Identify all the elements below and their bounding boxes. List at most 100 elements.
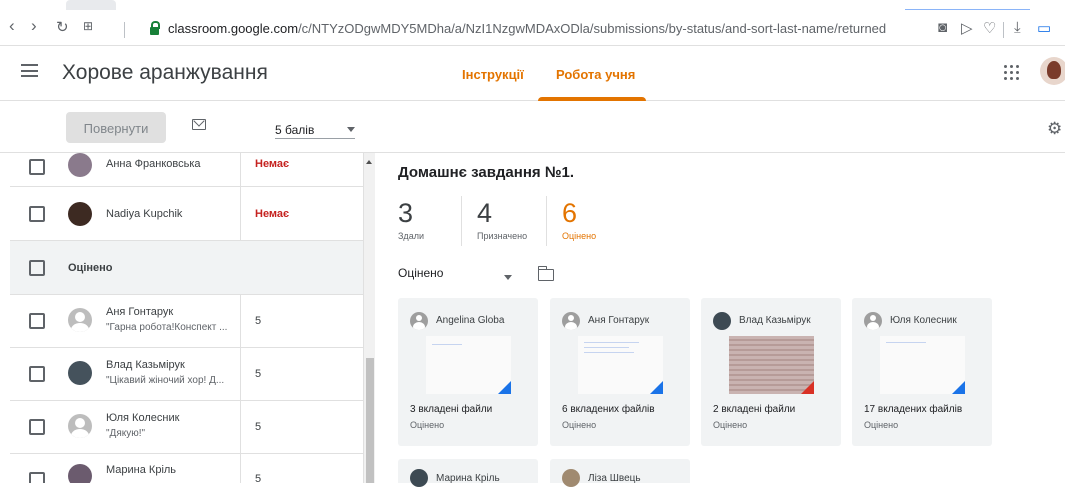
points-value: 5 балів	[275, 123, 315, 137]
file-corner-icon	[650, 381, 663, 394]
submission-card[interactable]: Ліза Швець	[550, 459, 690, 487]
back-icon[interactable]: ‹	[9, 16, 15, 36]
action-toolbar: Повернути 5 балів ⚙	[0, 101, 1065, 153]
tab-instructions[interactable]: Інструкції	[462, 67, 524, 82]
menu-icon[interactable]	[21, 64, 38, 77]
class-title[interactable]: Хорове аранжування	[62, 61, 268, 85]
avatar	[68, 361, 92, 385]
send-icon[interactable]: ▷	[961, 19, 973, 37]
avatar	[713, 312, 731, 330]
stat-number: 4	[477, 198, 493, 228]
student-list: Анна Франковська Немає Nadiya Kupchik Не…	[10, 153, 364, 483]
grade-value[interactable]: 5	[255, 473, 261, 483]
list-scrollbar[interactable]	[364, 153, 375, 483]
lock-icon[interactable]	[150, 21, 160, 35]
student-name[interactable]: Анна Франковська	[106, 158, 201, 170]
return-button[interactable]: Повернути	[66, 112, 166, 143]
section-checkbox[interactable]	[29, 260, 45, 276]
attachment-count: 17 вкладених файлів	[864, 404, 963, 415]
stat-label: Здали	[398, 231, 424, 241]
heart-icon[interactable]: ♡	[983, 19, 996, 37]
mail-icon[interactable]	[192, 119, 206, 130]
filter-value: Оцінено	[398, 266, 444, 280]
stat-divider	[546, 196, 547, 246]
thumbnail-text	[584, 342, 639, 343]
stat-number: 3	[398, 198, 414, 228]
row-checkbox[interactable]	[29, 206, 45, 222]
student-name[interactable]: Юля Колесник	[106, 412, 179, 424]
scrollbar-thumb[interactable]	[366, 358, 374, 483]
file-corner-icon	[801, 381, 814, 394]
submission-card[interactable]: Влад Казьмірук 2 вкладені файли Оцінено	[701, 298, 841, 446]
row-checkbox[interactable]	[29, 419, 45, 435]
assignment-title: Домашнє завдання №1.	[398, 164, 575, 181]
private-comment: "Гарна робота!Конспект ...	[106, 322, 228, 333]
column-divider	[240, 295, 241, 348]
url-path: /c/NTYzODgwMDY5MDha/a/NzI1NzgwMDAxODla/s…	[298, 21, 887, 36]
url-host: classroom.google.com	[168, 21, 299, 36]
grade-value[interactable]: 5	[255, 421, 261, 433]
avatar	[68, 153, 92, 177]
stat-graded[interactable]: 6 Оцінено	[562, 198, 596, 241]
avatar	[864, 312, 882, 330]
stat-number: 6	[562, 198, 578, 228]
stat-turned-in[interactable]: 3 Здали	[398, 198, 424, 241]
reload-icon[interactable]: ↻	[56, 18, 69, 36]
camera-icon[interactable]: ◙	[938, 19, 947, 36]
row-checkbox[interactable]	[29, 472, 45, 483]
student-name[interactable]: Аня Гонтарук	[106, 306, 173, 318]
row-checkbox[interactable]	[29, 159, 45, 175]
card-student-name: Angelina Globa	[436, 315, 505, 326]
card-status: Оцінено	[864, 420, 899, 430]
file-corner-icon	[952, 381, 965, 394]
download-icon[interactable]: ⤓	[1014, 19, 1021, 36]
avatar	[562, 469, 580, 487]
row-checkbox[interactable]	[29, 366, 45, 382]
scroll-up-icon[interactable]	[366, 160, 372, 164]
folder-icon[interactable]	[537, 266, 554, 281]
submission-card[interactable]: Аня Гонтарук 6 вкладених файлів Оцінено	[550, 298, 690, 446]
submission-card[interactable]: Марина Кріль	[398, 459, 538, 487]
battery-icon[interactable]: ▭	[1037, 19, 1051, 37]
submission-card[interactable]: Angelina Globa 3 вкладені файли Оцінено	[398, 298, 538, 446]
table-row[interactable]: Юля Колесник "Дякую!" 5	[10, 401, 363, 454]
row-checkbox[interactable]	[29, 313, 45, 329]
card-status: Оцінено	[713, 420, 748, 430]
points-select[interactable]: 5 балів	[275, 115, 355, 139]
table-row[interactable]: Анна Франковська Немає	[10, 153, 363, 187]
card-student-name: Юля Колесник	[890, 315, 957, 326]
browser-tab[interactable]	[66, 0, 116, 10]
separator	[124, 22, 125, 38]
avatar[interactable]	[1040, 57, 1065, 85]
table-row[interactable]: Nadiya Kupchik Немає	[10, 187, 363, 241]
column-divider	[240, 401, 241, 454]
gear-icon[interactable]: ⚙	[1047, 119, 1062, 139]
avatar	[68, 308, 92, 332]
card-student-name: Влад Казьмірук	[739, 315, 811, 326]
status-filter-select[interactable]: Оцінено	[398, 266, 523, 286]
column-divider	[240, 348, 241, 401]
student-name[interactable]: Влад Казьмірук	[106, 359, 185, 371]
classroom-header: Хорове аранжування Інструкції Робота учн…	[0, 46, 1065, 101]
table-row[interactable]: Марина Кріль 5	[10, 454, 363, 483]
grade-value[interactable]: 5	[255, 315, 261, 327]
thumbnail-text	[432, 344, 462, 345]
url-text[interactable]: classroom.google.com/c/NTYzODgwMDY5MDha/…	[168, 21, 886, 36]
submission-card[interactable]: Юля Колесник 17 вкладених файлів Оцінено	[852, 298, 992, 446]
status-badge: Немає	[255, 208, 290, 220]
google-apps-icon[interactable]	[1004, 65, 1019, 80]
apps-grid-icon[interactable]: ⊞	[83, 19, 93, 33]
thumbnail-text	[886, 342, 926, 343]
avatar	[410, 312, 428, 330]
section-label: Оцінено	[68, 262, 113, 274]
student-name[interactable]: Марина Кріль	[106, 464, 176, 476]
attachment-count: 3 вкладені файли	[410, 404, 493, 415]
table-row[interactable]: Влад Казьмірук "Цікавий жіночий хор! Д..…	[10, 348, 363, 401]
tab-student-work[interactable]: Робота учня	[556, 67, 635, 82]
stat-assigned[interactable]: 4 Призначено	[477, 198, 527, 241]
table-row[interactable]: Аня Гонтарук "Гарна робота!Конспект ... …	[10, 295, 363, 348]
grade-value[interactable]: 5	[255, 368, 261, 380]
forward-icon[interactable]: ›	[31, 16, 37, 36]
student-name[interactable]: Nadiya Kupchik	[106, 208, 182, 220]
status-badge: Немає	[255, 158, 290, 170]
